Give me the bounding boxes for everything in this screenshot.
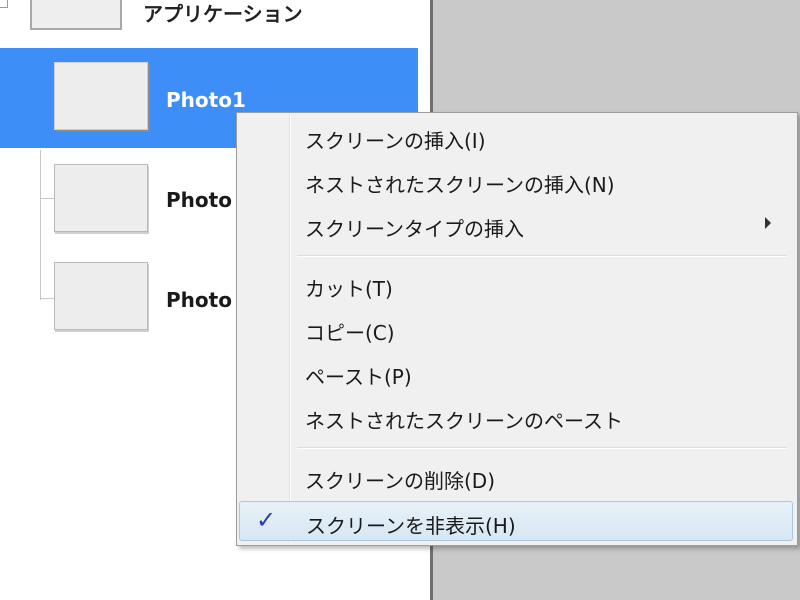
screen: アプリケーション Photo1 Photo Photo スクリーンの挿入(I) … <box>0 0 800 600</box>
context-menu: スクリーンの挿入(I) ネストされたスクリーンの挿入(N) スクリーンタイプの挿… <box>236 112 798 546</box>
tree-root-row[interactable]: アプリケーション <box>0 0 430 35</box>
checkmark-icon: ✓ <box>256 506 277 534</box>
menu-item-label: ネストされたスクリーンの挿入(N) <box>305 173 615 197</box>
menu-item-copy[interactable]: コピー(C) <box>239 309 793 349</box>
screen-thumbnail <box>54 262 148 330</box>
root-thumbnail <box>30 0 122 30</box>
menu-item-label: スクリーンの挿入(I) <box>305 129 486 153</box>
menu-item-label: ネストされたスクリーンのペースト <box>305 409 623 433</box>
menu-separator <box>297 447 787 449</box>
menu-item-delete-screen[interactable]: スクリーンの削除(D) <box>239 457 793 497</box>
menu-separator <box>297 255 787 257</box>
menu-item-label: コピー(C) <box>305 321 395 345</box>
menu-item-label: ペースト(P) <box>305 365 412 389</box>
submenu-arrow-icon <box>765 217 771 229</box>
menu-item-label: スクリーンタイプの挿入 <box>305 217 524 241</box>
screen-thumbnail <box>54 62 148 130</box>
menu-item-insert-nested-screen[interactable]: ネストされたスクリーンの挿入(N) <box>239 161 793 201</box>
menu-item-cut[interactable]: カット(T) <box>239 265 793 305</box>
menu-item-label: スクリーンの削除(D) <box>305 469 496 493</box>
menu-item-paste[interactable]: ペースト(P) <box>239 353 793 393</box>
menu-item-paste-nested-screen[interactable]: ネストされたスクリーンのペースト <box>239 397 793 437</box>
collapse-icon[interactable] <box>0 0 8 8</box>
menu-item-insert-screen[interactable]: スクリーンの挿入(I) <box>239 117 793 157</box>
screen-thumbnail <box>54 164 148 232</box>
tree-item-label: Photo1 <box>166 88 246 112</box>
menu-item-label: カット(T) <box>305 277 393 301</box>
tree-item-label: Photo <box>166 188 232 212</box>
tree-item-label: Photo <box>166 288 232 312</box>
menu-item-label: スクリーンを非表示(H) <box>306 514 516 538</box>
menu-item-insert-screen-type[interactable]: スクリーンタイプの挿入 <box>239 205 793 245</box>
root-label: アプリケーション <box>143 2 303 26</box>
menu-item-hide-screen[interactable]: ✓ スクリーンを非表示(H) <box>239 501 793 541</box>
